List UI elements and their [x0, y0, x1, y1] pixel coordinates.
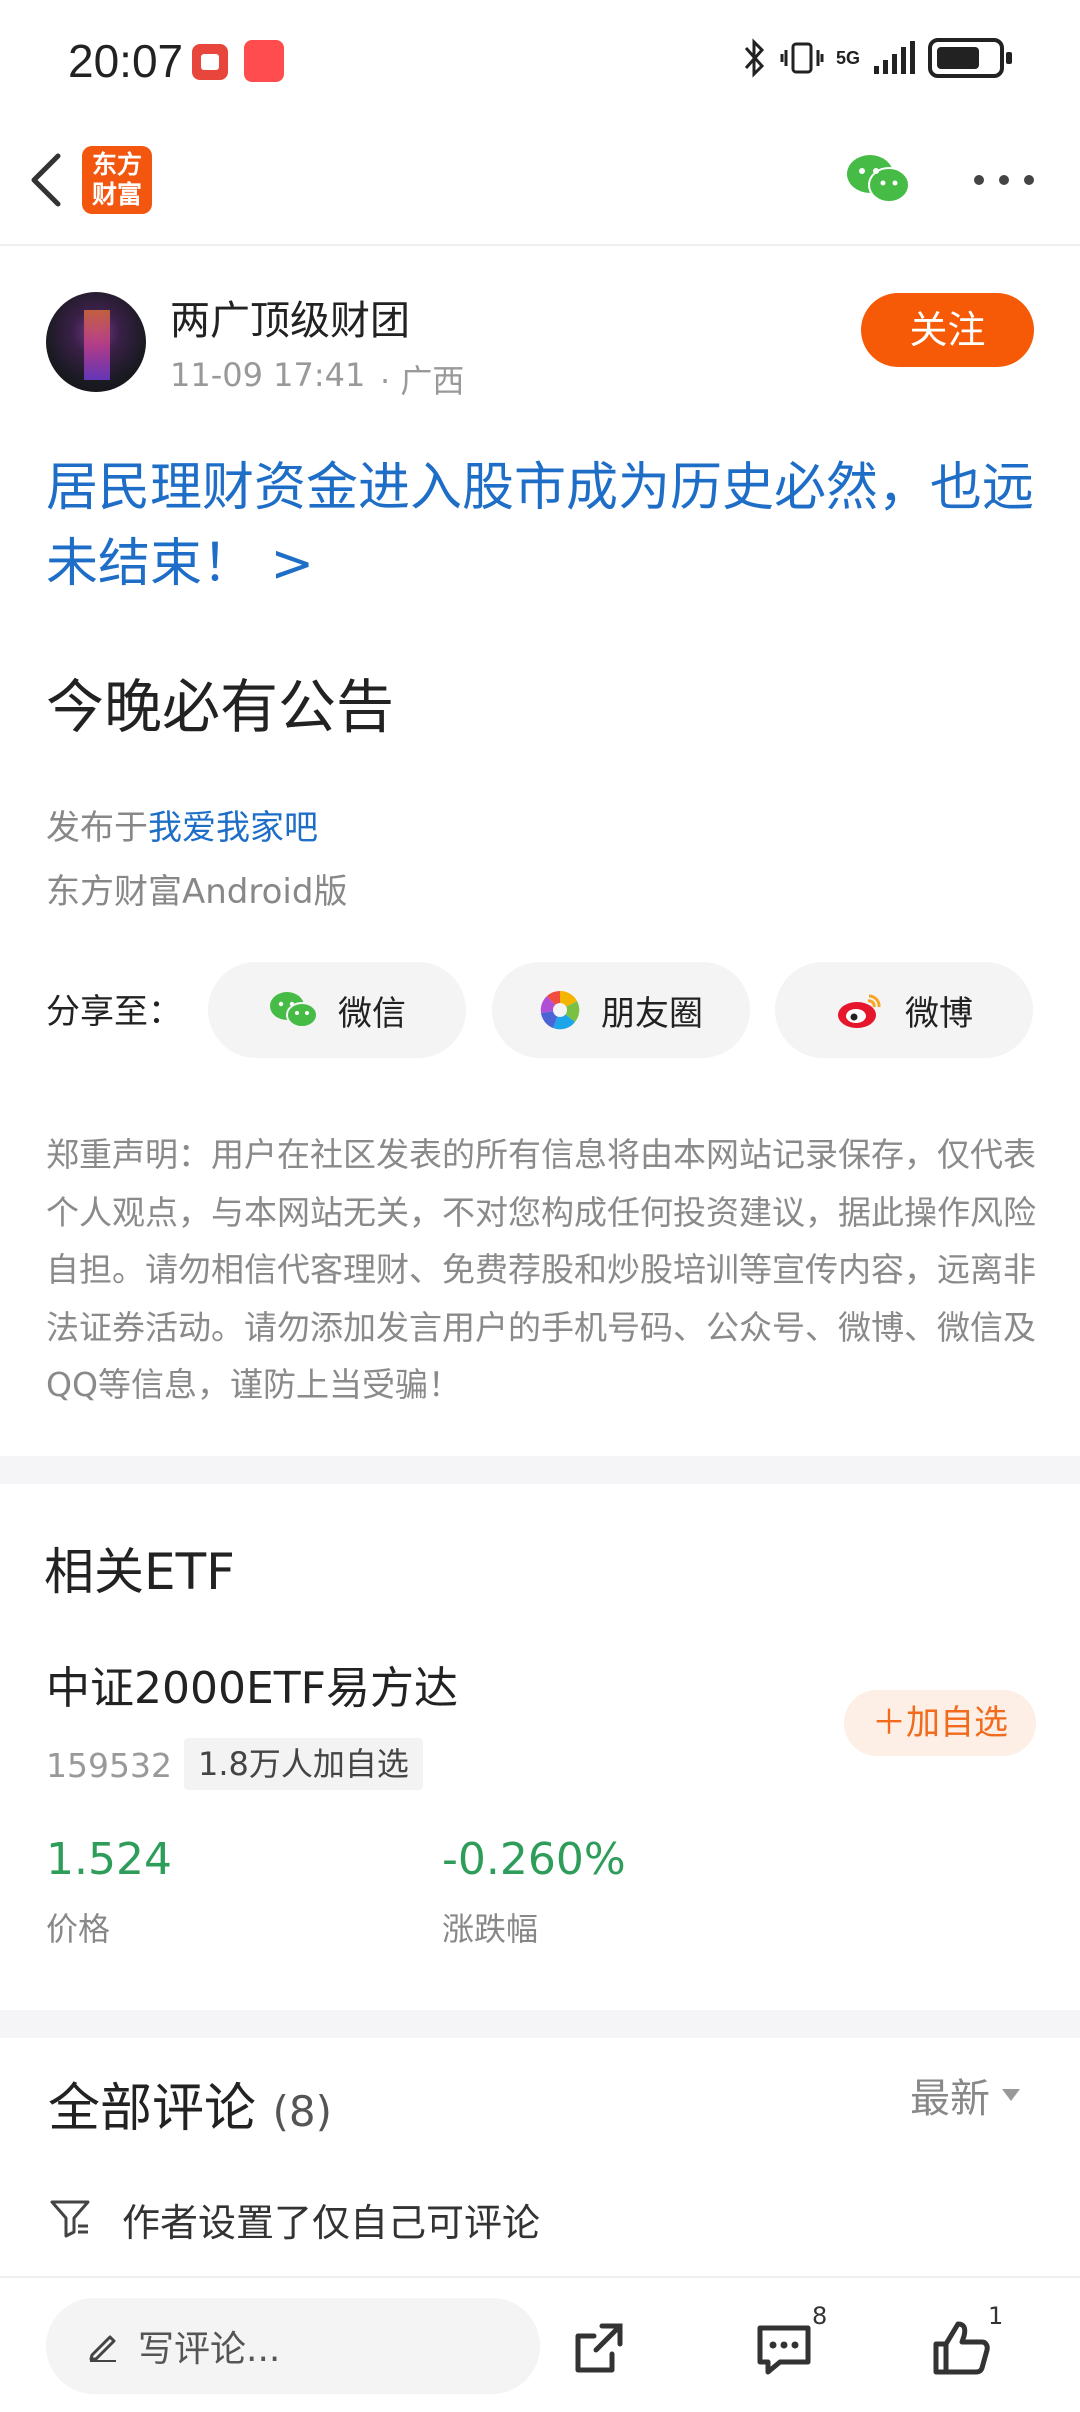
- logo-text-top: 东方: [91, 150, 142, 179]
- section-divider: [0, 2010, 1080, 2038]
- pencil-icon: [89, 2335, 116, 2362]
- author-name[interactable]: 两广顶级财团: [170, 288, 410, 346]
- bottom-divider: [0, 2276, 1080, 2278]
- follow-button[interactable]: 关注: [861, 293, 1034, 367]
- sort-label: 最新: [910, 2076, 990, 2122]
- post-title: 今晚必有公告: [46, 673, 395, 741]
- weibo-icon: [838, 994, 881, 1028]
- client-label: 东方财富Android版: [46, 872, 348, 912]
- status-time: 20:07: [68, 35, 184, 87]
- moments-icon: [540, 990, 580, 1030]
- comments-title: 全部评论: [48, 2079, 257, 2139]
- share-moments-button[interactable]: 朋友圈: [492, 962, 750, 1058]
- etf-followers-badge: 1.8万人加自选: [184, 1738, 423, 1790]
- battery-icon: [928, 38, 1012, 78]
- share-label: 分享至：: [46, 992, 182, 1032]
- comments-heading: 全部评论 (8): [48, 2066, 332, 2141]
- like-count-badge: 1: [988, 2302, 1004, 2330]
- post-location: · 广西: [380, 362, 465, 400]
- etf-code: 159532: [46, 1746, 172, 1785]
- comment-restriction-note: 作者设置了仅自己可评论: [122, 2201, 541, 2245]
- thumbs-up-icon[interactable]: [930, 2316, 994, 2380]
- etf-price: 1.524: [46, 1834, 172, 1885]
- published-in: 发布于我爱我家吧: [46, 800, 318, 849]
- nav-divider: [0, 244, 1080, 246]
- signal-icon: [874, 41, 915, 74]
- post-time: 11-09 17:41: [170, 356, 366, 394]
- share-wechat-button[interactable]: 微信: [208, 962, 466, 1058]
- wechat-icon: [270, 992, 318, 1028]
- dropdown-arrow-icon: [1002, 2089, 1020, 2101]
- comment-icon[interactable]: [752, 2316, 816, 2380]
- comment-input-placeholder: 写评论...: [138, 2329, 281, 2370]
- etf-change: -0.260%: [442, 1834, 626, 1885]
- author-avatar[interactable]: [46, 292, 146, 392]
- section-divider: [0, 1456, 1080, 1484]
- comment-count-badge: 8: [812, 2302, 828, 2330]
- network-label: 5G: [835, 47, 860, 68]
- etf-change-label: 涨跌幅: [442, 1910, 539, 1948]
- disclaimer-text: 郑重声明：用户在社区发表的所有信息将由本网站记录保存，仅代表个人观点，与本网站无…: [46, 1135, 1036, 1404]
- bluetooth-icon: [744, 38, 765, 78]
- share-weibo-label: 微博: [905, 993, 973, 1034]
- comments-count: (8): [272, 2087, 333, 2136]
- share-icon[interactable]: [568, 2316, 632, 2380]
- vibrate-icon: [780, 42, 824, 74]
- comment-input[interactable]: 写评论...: [46, 2298, 540, 2394]
- sort-dropdown[interactable]: 最新: [910, 2066, 1020, 2124]
- etf-section-heading: 相关ETF: [44, 1543, 235, 1601]
- filter-icon: [50, 2200, 90, 2238]
- notification-app-icon: [192, 44, 228, 80]
- share-moments-label: 朋友圈: [601, 993, 703, 1034]
- headline-link[interactable]: 居民理财资金进入股市成为历史必然，也远未结束！ >: [46, 450, 1046, 602]
- share-weibo-button[interactable]: 微博: [775, 962, 1033, 1058]
- notification-app-icon-2: [244, 40, 284, 82]
- forum-link[interactable]: 我爱我家吧: [148, 808, 318, 848]
- share-wechat-label: 微信: [338, 993, 406, 1034]
- etf-price-label: 价格: [46, 1910, 111, 1948]
- status-icons: 5G: [740, 38, 1012, 78]
- back-arrow-icon[interactable]: [22, 150, 70, 210]
- add-to-watchlist-button[interactable]: ＋加自选: [844, 1690, 1036, 1756]
- app-logo[interactable]: 东方 财富: [82, 146, 152, 214]
- published-prefix: 发布于: [46, 808, 148, 848]
- etf-name[interactable]: 中证2000ETF易方达: [46, 1652, 458, 1716]
- logo-text-bottom: 财富: [91, 180, 142, 209]
- more-options-button[interactable]: [974, 170, 1034, 190]
- wechat-share-icon[interactable]: [845, 152, 911, 206]
